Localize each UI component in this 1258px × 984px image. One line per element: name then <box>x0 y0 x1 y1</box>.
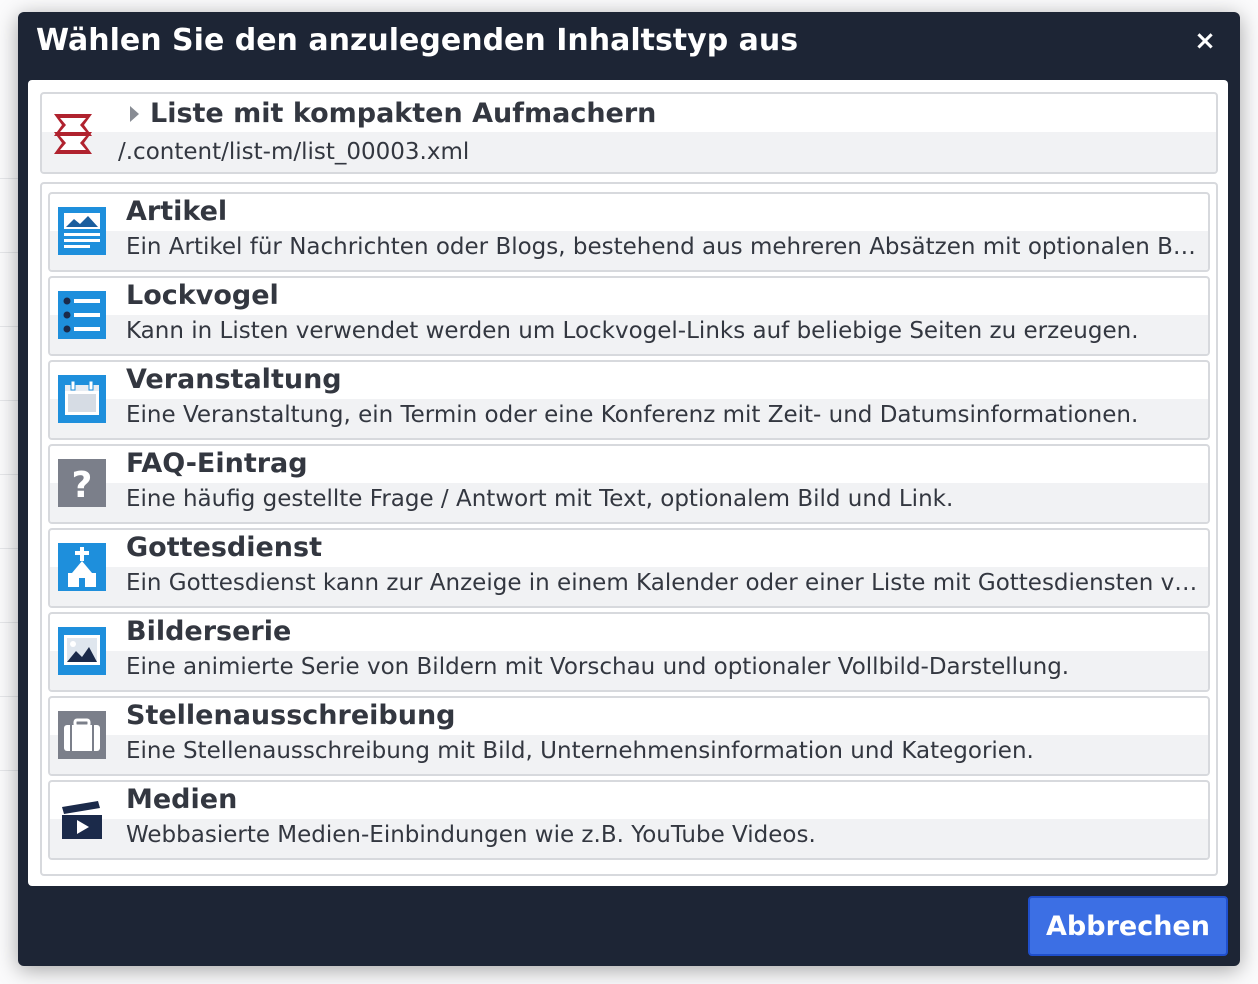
expand-triangle-icon[interactable] <box>130 106 139 122</box>
type-item-artikel[interactable]: Artikel Ein Artikel für Nachrichten oder… <box>48 192 1210 272</box>
type-description: Eine animierte Serie von Bildern mit Vor… <box>126 654 1070 680</box>
type-description: Webbasierte Medien-Einbindungen wie z.B.… <box>126 822 816 848</box>
cancel-button[interactable]: Abbrechen <box>1028 896 1228 956</box>
image-icon <box>58 627 106 675</box>
svg-text:?: ? <box>72 465 93 506</box>
type-description: Eine Stellenausschreibung mit Bild, Unte… <box>126 738 1034 764</box>
type-title: Lockvogel <box>126 280 279 311</box>
close-icon[interactable]: × <box>1190 26 1220 56</box>
type-title: Stellenausschreibung <box>126 700 456 731</box>
type-title: Gottesdienst <box>126 532 323 563</box>
type-item-bilderserie[interactable]: Bilderserie Eine animierte Serie von Bil… <box>48 612 1210 692</box>
type-description: Eine Veranstaltung, ein Termin oder eine… <box>126 402 1139 428</box>
type-title: Medien <box>126 784 238 815</box>
type-description: Ein Artikel für Nachrichten oder Blogs, … <box>126 234 1200 260</box>
type-title: Veranstaltung <box>126 364 342 395</box>
church-icon <box>58 543 106 591</box>
type-description: Kann in Listen verwendet werden um Lockv… <box>126 318 1139 344</box>
dialog-body: Liste mit kompakten Aufmachern /.content… <box>28 80 1228 886</box>
type-title: FAQ-Eintrag <box>126 448 308 479</box>
type-item-faq-eintrag[interactable]: ? FAQ-Eintrag Eine häufig gestellte Frag… <box>48 444 1210 524</box>
media-icon <box>62 801 102 839</box>
type-item-gottesdienst[interactable]: Gottesdienst Ein Gottesdienst kann zur A… <box>48 528 1210 608</box>
calendar-icon <box>58 375 106 423</box>
parent-list-path: /.content/list-m/list_00003.xml <box>118 139 470 165</box>
content-type-dialog: Wählen Sie den anzulegenden Inhaltstyp a… <box>18 12 1240 966</box>
type-item-stellenausschreibung[interactable]: Stellenausschreibung Eine Stellenausschr… <box>48 696 1210 776</box>
content-type-list: Artikel Ein Artikel für Nachrichten oder… <box>40 182 1218 876</box>
type-item-veranstaltung[interactable]: Veranstaltung Eine Veranstaltung, ein Te… <box>48 360 1210 440</box>
type-title: Bilderserie <box>126 616 292 647</box>
teaser-list-icon <box>58 291 106 339</box>
question-icon: ? <box>58 459 106 507</box>
type-item-lockvogel[interactable]: Lockvogel Kann in Listen verwendet werde… <box>48 276 1210 356</box>
type-description: Eine häufig gestellte Frage / Antwort mi… <box>126 486 954 512</box>
parent-list-box[interactable]: Liste mit kompakten Aufmachern /.content… <box>40 92 1218 174</box>
briefcase-icon <box>58 711 106 759</box>
type-item-medien[interactable]: Medien Webbasierte Medien-Einbindungen w… <box>48 780 1210 860</box>
parent-list-title: Liste mit kompakten Aufmachern <box>150 98 657 129</box>
list-banner-icon <box>54 114 92 154</box>
type-title: Artikel <box>126 196 228 227</box>
article-icon <box>58 207 106 255</box>
type-description: Ein Gottesdienst kann zur Anzeige in ein… <box>126 570 1200 596</box>
dialog-title: Wählen Sie den anzulegenden Inhaltstyp a… <box>36 23 799 58</box>
